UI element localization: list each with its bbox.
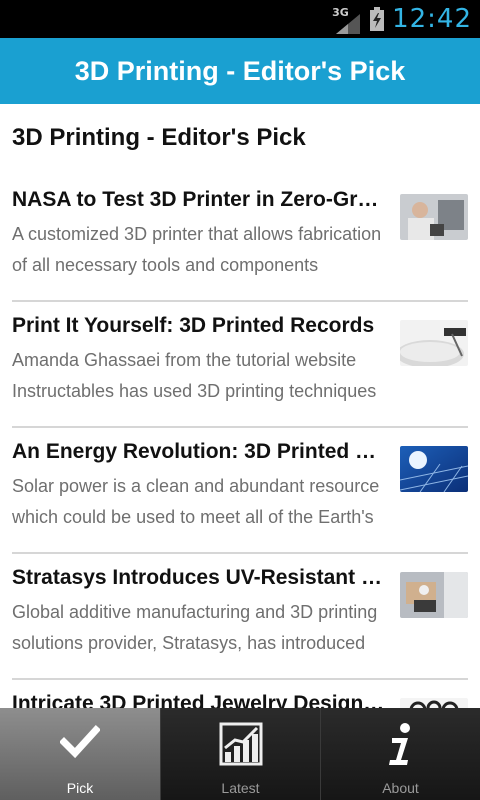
article-list[interactable]: 3D Printing - Editor's Pick NASA to Test… bbox=[0, 104, 480, 708]
battery-icon bbox=[370, 7, 385, 31]
article-description: A customized 3D printer that allows fabr… bbox=[12, 224, 382, 275]
article-description: Amanda Ghassaei from the tutorial websit… bbox=[12, 350, 377, 401]
article-thumbnail bbox=[400, 446, 468, 492]
signal-indicator: 3G bbox=[332, 4, 362, 34]
section-title: 3D Printing - Editor's Pick bbox=[12, 124, 306, 151]
tab-label: Pick bbox=[66, 780, 94, 796]
article-item[interactable]: NASA to Test 3D Printer in Zero-Gravity … bbox=[12, 176, 468, 302]
bottom-tab-bar: Pick Latest About bbox=[0, 708, 480, 800]
article-thumbnail bbox=[400, 194, 468, 240]
article-item[interactable]: Stratasys Introduces UV-Resistant Th… Gl… bbox=[12, 554, 468, 680]
article-thumbnail bbox=[400, 698, 468, 708]
tab-label: Latest bbox=[221, 780, 260, 796]
article-thumbnail bbox=[400, 320, 468, 366]
article-description: Global additive manufacturing and 3D pri… bbox=[12, 602, 378, 653]
info-icon bbox=[388, 723, 410, 765]
article-item[interactable]: An Energy Revolution: 3D Printed Sola… S… bbox=[12, 428, 468, 554]
tab-latest[interactable]: Latest bbox=[160, 708, 320, 800]
status-bar: 3G 12:42 bbox=[0, 0, 480, 38]
article-item[interactable]: Intricate 3D Printed Jewelry Designs fr… bbox=[12, 680, 468, 708]
checkmark-icon bbox=[60, 725, 100, 759]
app-bar: 3D Printing - Editor's Pick bbox=[0, 38, 480, 104]
chart-icon bbox=[219, 722, 262, 766]
tab-label: About bbox=[382, 780, 419, 796]
article-title: An Energy Revolution: 3D Printed Sola… bbox=[12, 440, 388, 463]
tab-about[interactable]: About bbox=[320, 708, 480, 800]
status-clock: 12:42 bbox=[392, 4, 472, 34]
article-thumbnail bbox=[400, 572, 468, 618]
article-item[interactable]: Print It Yourself: 3D Printed Records Am… bbox=[12, 302, 468, 428]
article-title: Print It Yourself: 3D Printed Records bbox=[12, 314, 375, 337]
article-title: Intricate 3D Printed Jewelry Designs fr… bbox=[12, 692, 388, 708]
tab-pick[interactable]: Pick bbox=[0, 708, 160, 800]
article-title: Stratasys Introduces UV-Resistant Th… bbox=[12, 566, 388, 589]
article-description: Solar power is a clean and abundant reso… bbox=[12, 476, 380, 527]
status-icons: 3G 12:42 bbox=[332, 0, 472, 38]
app-title: 3D Printing - Editor's Pick bbox=[74, 55, 406, 86]
article-title: NASA to Test 3D Printer in Zero-Gravity bbox=[12, 188, 388, 211]
signal-icon bbox=[336, 14, 361, 34]
